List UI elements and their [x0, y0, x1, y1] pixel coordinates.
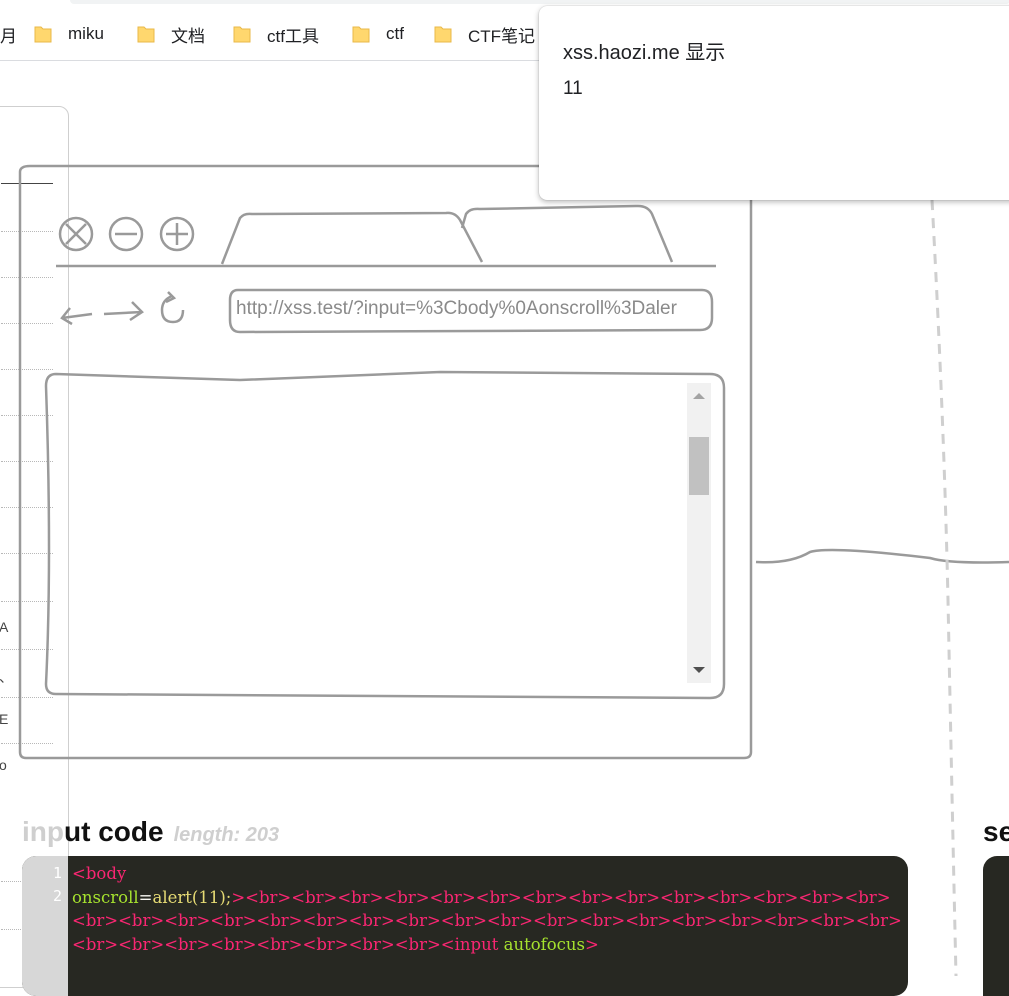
minimize-icon [108, 216, 144, 252]
sketch-content-box [44, 370, 726, 700]
code-attribute: onscroll [72, 887, 139, 907]
code-line-1: <body [72, 862, 902, 886]
line-number: 2 [52, 887, 62, 905]
title-main-part: ut code [64, 816, 164, 847]
iframe-scrollbar[interactable] [687, 383, 711, 683]
sketch-connector [755, 548, 1009, 564]
sketch-window-frame [18, 164, 753, 760]
code-editor[interactable]: 1 2 <body onscroll=alert(11);><br><br><b… [22, 856, 908, 996]
forward-arrow-icon [103, 301, 144, 322]
scroll-thumb[interactable] [689, 437, 709, 495]
sketch-tab-1 [220, 211, 484, 265]
length-label: length: 203 [173, 824, 280, 846]
sketch-url-text: http://xss.test/?input=%3Cbody%0Aonscrol… [236, 298, 677, 319]
input-code-title: input code length: 203 [22, 816, 279, 848]
code-line-2: onscroll=alert(11);><br><br><br><br><br>… [72, 886, 902, 957]
title-faded-part: inp [22, 816, 64, 847]
code-tag-close: > [585, 934, 599, 954]
right-editor[interactable] [983, 856, 1009, 996]
code-value: alert(11); [152, 887, 232, 907]
back-arrow-icon [60, 307, 93, 326]
sketch-tab-2 [460, 204, 674, 263]
code-content[interactable]: <body onscroll=alert(11);><br><br><br><b… [72, 862, 902, 956]
code-equals: = [138, 887, 153, 907]
code-attribute-2: autofocus [498, 934, 586, 954]
line-number-gutter: 1 2 [22, 856, 68, 996]
dashed-separator [930, 199, 958, 976]
maximize-icon [159, 216, 195, 252]
scroll-down-arrow-icon[interactable] [693, 667, 705, 673]
scroll-up-arrow-icon[interactable] [693, 393, 705, 399]
code-tag-open: <body [72, 864, 127, 883]
dialog-title: xss.haozi.me 显示 [563, 42, 726, 64]
line-number: 1 [52, 864, 62, 882]
alert-dialog[interactable]: xss.haozi.me 显示 11 [539, 6, 1009, 200]
dialog-message: 11 [563, 78, 583, 99]
right-section-title: se [983, 816, 1009, 847]
close-icon [58, 216, 94, 252]
